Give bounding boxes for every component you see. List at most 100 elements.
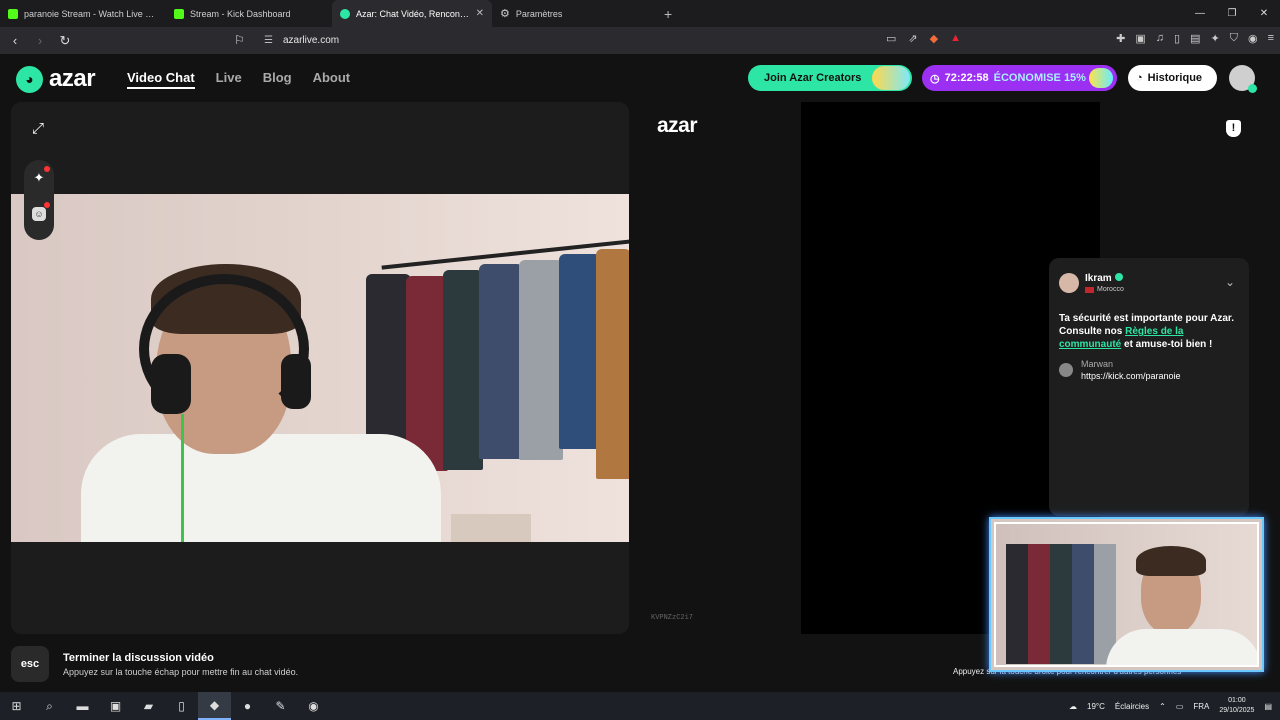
leo-icon[interactable]: ✦ <box>1211 32 1220 45</box>
brave-rewards-icon[interactable]: ▲ <box>950 32 961 45</box>
editor-icon[interactable]: ✎ <box>264 692 297 720</box>
kick-icon <box>174 8 184 19</box>
system-tray: ☁ 19°C Éclaircies ⌃ ▭ FRA 01:00 29/10/20… <box>1069 692 1272 720</box>
nav-live[interactable]: Live <box>216 70 242 89</box>
new-tab-button[interactable]: + <box>664 6 672 22</box>
expand-icon[interactable]: ⤢ <box>27 120 49 142</box>
coat <box>406 276 448 471</box>
close-window-icon[interactable]: ✕ <box>1248 8 1280 19</box>
safety-text-end: et amuse-toi bien ! <box>1121 339 1213 350</box>
vpn-icon[interactable]: ⛉ <box>1230 32 1238 45</box>
site-settings-icon[interactable]: ☰ <box>264 35 273 46</box>
close-tab-icon[interactable]: ✕ <box>476 8 484 19</box>
bookmark-icon[interactable]: ⚐ <box>234 33 245 47</box>
effects-button[interactable]: ✦ <box>24 160 54 196</box>
azar-logo[interactable]: ◕ azar <box>16 65 96 93</box>
notification-dot <box>44 202 50 208</box>
nav-video-chat[interactable]: Video Chat <box>127 70 195 89</box>
wallet-icon[interactable]: ▤ <box>1190 32 1200 45</box>
azar-icon <box>340 8 350 19</box>
creators-label: Join Azar Creators <box>764 72 862 84</box>
share-icon[interactable]: ⇗ <box>908 32 917 45</box>
tab-azar[interactable]: Azar: Chat Vidéo, Rencontre ✕ <box>332 0 492 27</box>
promo-timer-button[interactable]: ◷ 72:22:58 ÉCONOMISE 15% <box>922 65 1117 91</box>
window-controls: — ❐ ✕ <box>1184 0 1280 27</box>
history-icon: ◔ <box>1136 72 1143 84</box>
effects-toolbar: ✦ ☺ <box>24 160 54 240</box>
report-icon[interactable]: ! <box>1226 120 1241 137</box>
windows-start-icon[interactable]: ⊞ <box>0 692 33 720</box>
file-explorer-icon[interactable]: ▰ <box>132 692 165 720</box>
partner-name: Ikram <box>1085 273 1124 284</box>
notepad-icon[interactable]: ▯ <box>165 692 198 720</box>
address-actions: ▭ ⇗ ◆ ▲ <box>886 32 961 45</box>
pip-clothes <box>1006 544 1116 664</box>
sidebar-icon[interactable]: ▯ <box>1174 32 1180 45</box>
media-icon[interactable]: ♫ <box>1156 32 1164 45</box>
network-icon[interactable]: ▭ <box>1176 702 1184 711</box>
tab-kick-dashboard[interactable]: Stream - Kick Dashboard <box>166 0 332 27</box>
creators-deco-icon <box>872 66 910 90</box>
join-creators-button[interactable]: Join Azar Creators <box>748 65 912 91</box>
headphone-cup <box>151 354 191 414</box>
restore-icon[interactable]: ❐ <box>1216 8 1248 19</box>
session-code: KVPNZzC2i7 <box>651 614 694 622</box>
tab-settings[interactable]: ⚙ Paramètres <box>492 0 658 27</box>
filters-button[interactable]: ☺ <box>24 196 54 232</box>
flag-icon <box>1085 286 1094 293</box>
online-dot <box>1248 84 1257 93</box>
obs-icon[interactable]: ◉ <box>297 692 330 720</box>
clock[interactable]: 01:00 29/10/2025 <box>1219 696 1254 716</box>
search-icon[interactable]: ⌕ <box>33 692 66 720</box>
clock-time: 01:00 <box>1228 697 1246 704</box>
local-camera-feed <box>11 194 629 542</box>
tray-chevron-icon[interactable]: ⌃ <box>1159 702 1166 711</box>
url-field[interactable]: ☰ azarlive.com <box>258 31 878 50</box>
nav-about[interactable]: About <box>313 70 351 89</box>
url-text: azarlive.com <box>282 35 340 46</box>
coat <box>519 260 563 460</box>
user-icon <box>1059 363 1073 377</box>
spotify-icon[interactable]: ● <box>231 692 264 720</box>
end-chat-subtitle: Appuyez sur la touche échap pour mettre … <box>63 666 299 677</box>
message-text[interactable]: https://kick.com/paranoie <box>1081 371 1181 381</box>
chat-panel: Ikram Morocco ⌄ Ta sécurité est importan… <box>1049 258 1249 516</box>
nav-blog[interactable]: Blog <box>263 70 292 89</box>
esc-key-button[interactable]: esc <box>11 646 49 682</box>
notifications-icon[interactable]: ▤ <box>1264 702 1272 711</box>
extensions-icon[interactable]: ✚ <box>1116 32 1125 45</box>
coat <box>443 270 483 470</box>
clock-icon: ◷ <box>930 72 940 85</box>
forward-icon[interactable]: › <box>30 33 50 48</box>
brave-shield-icon[interactable]: ◆ <box>930 32 938 45</box>
headphone-cup <box>281 354 311 409</box>
verified-icon <box>1114 273 1123 281</box>
avatar[interactable] <box>1229 65 1257 93</box>
menu-icon[interactable]: ≡ <box>1268 32 1274 45</box>
screenshot-icon[interactable]: ▣ <box>1135 32 1145 45</box>
kick-icon <box>8 8 18 19</box>
history-label: Historique <box>1147 72 1203 84</box>
language-indicator[interactable]: FRA <box>1193 702 1209 711</box>
person-shirt <box>81 434 441 542</box>
local-video-panel: ⤢ ✦ ☺ <box>11 102 629 634</box>
cast-icon[interactable]: ▭ <box>886 32 896 45</box>
weather-temp: 19°C <box>1087 701 1105 711</box>
profile-icon[interactable]: ◉ <box>1248 32 1258 45</box>
chevron-down-icon[interactable]: ⌄ <box>1225 275 1235 289</box>
address-bar-row: ‹ › ↻ ⚐ ☰ azarlive.com ▭ ⇗ ◆ ▲ ✚ ▣ ♫ ▯ ▤… <box>0 27 1280 54</box>
terminal-icon[interactable]: ▬ <box>66 692 99 720</box>
minimize-icon[interactable]: — <box>1184 8 1216 19</box>
tab-label: Paramètres <box>515 8 563 19</box>
back-icon[interactable]: ‹ <box>5 33 25 48</box>
history-button[interactable]: ◔ Historique <box>1128 65 1217 91</box>
safety-notice: Ta sécurité est importante pour Azar. Co… <box>1059 312 1239 351</box>
partner-details: Ikram Morocco <box>1085 273 1124 293</box>
clock-date: 29/10/2025 <box>1219 707 1255 714</box>
remote-desktop-icon[interactable]: ▣ <box>99 692 132 720</box>
reload-icon[interactable]: ↻ <box>55 33 75 49</box>
brave-browser-icon[interactable]: ◆ <box>198 692 231 720</box>
tab-kick-stream[interactable]: paranoie Stream - Watch Live on Kick <box>0 0 166 27</box>
tab-label: Stream - Kick Dashboard <box>190 8 291 19</box>
partner-info[interactable]: Ikram Morocco <box>1059 270 1239 296</box>
